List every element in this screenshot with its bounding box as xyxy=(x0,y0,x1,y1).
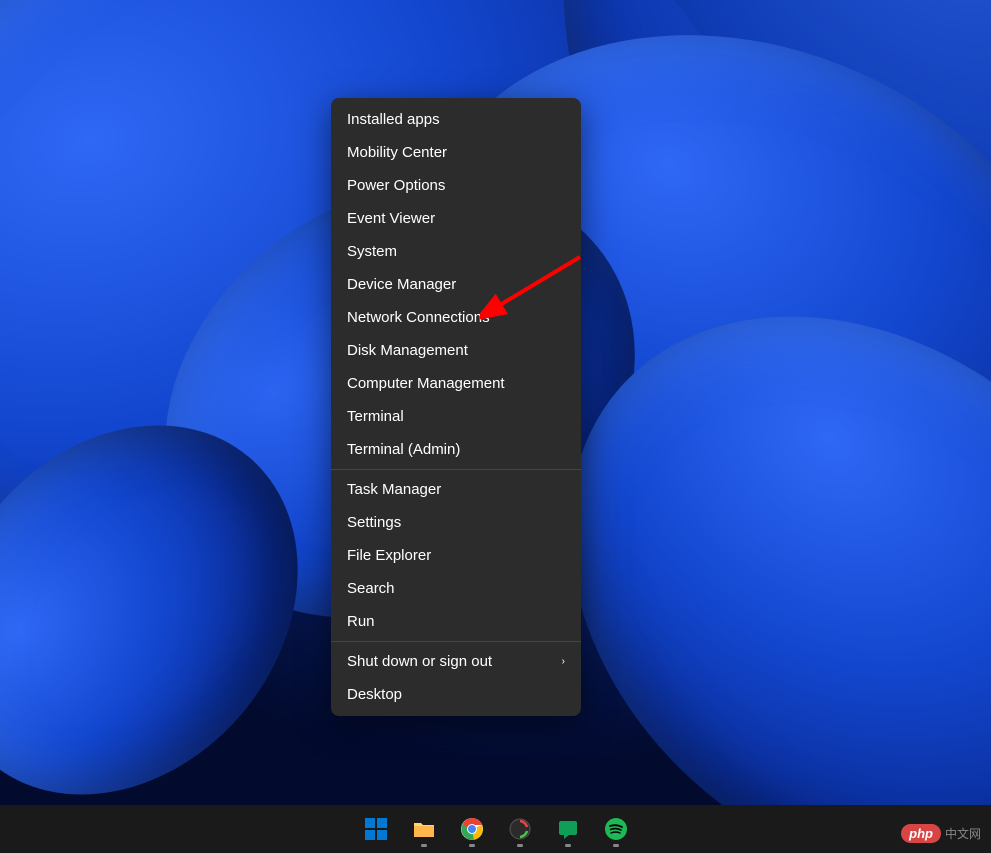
start-button[interactable] xyxy=(356,809,396,849)
menu-computer-management[interactable]: Computer Management xyxy=(331,367,581,400)
chrome-icon xyxy=(460,817,484,841)
menu-item-label: Shut down or sign out xyxy=(347,653,492,670)
menu-separator xyxy=(331,469,581,470)
menu-item-label: Search xyxy=(347,580,395,597)
menu-device-manager[interactable]: Device Manager xyxy=(331,268,581,301)
menu-event-viewer[interactable]: Event Viewer xyxy=(331,202,581,235)
spotify-button[interactable] xyxy=(596,809,636,849)
desktop-background[interactable]: Installed apps Mobility Center Power Optio… xyxy=(0,0,991,805)
watermark-text: 中文网 xyxy=(945,825,981,842)
menu-run[interactable]: Run xyxy=(331,605,581,638)
menu-item-label: Terminal (Admin) xyxy=(347,441,460,458)
menu-item-label: Computer Management xyxy=(347,375,505,392)
menu-item-label: Device Manager xyxy=(347,276,456,293)
menu-system[interactable]: System xyxy=(331,235,581,268)
menu-item-label: Mobility Center xyxy=(347,144,447,161)
menu-desktop[interactable]: Desktop xyxy=(331,678,581,711)
menu-item-label: Installed apps xyxy=(347,111,440,128)
menu-item-label: File Explorer xyxy=(347,547,431,564)
watermark: php 中文网 xyxy=(901,824,981,843)
menu-item-label: Terminal xyxy=(347,408,404,425)
folder-icon xyxy=(412,817,436,841)
menu-disk-management[interactable]: Disk Management xyxy=(331,334,581,367)
menu-item-label: Power Options xyxy=(347,177,445,194)
menu-file-explorer[interactable]: File Explorer xyxy=(331,539,581,572)
menu-item-label: Settings xyxy=(347,514,401,531)
menu-item-label: System xyxy=(347,243,397,260)
menu-task-manager[interactable]: Task Manager xyxy=(331,473,581,506)
menu-settings[interactable]: Settings xyxy=(331,506,581,539)
menu-power-options[interactable]: Power Options xyxy=(331,169,581,202)
menu-separator xyxy=(331,641,581,642)
chat-icon xyxy=(556,817,580,841)
circle-app-icon xyxy=(508,817,532,841)
spotify-icon xyxy=(604,817,628,841)
menu-item-label: Network Connections xyxy=(347,309,490,326)
menu-item-label: Run xyxy=(347,613,375,630)
chat-button[interactable] xyxy=(548,809,588,849)
menu-shutdown[interactable]: Shut down or sign out › xyxy=(331,645,581,678)
menu-item-label: Disk Management xyxy=(347,342,468,359)
taskbar xyxy=(0,805,991,853)
windows-icon xyxy=(364,817,388,841)
menu-mobility-center[interactable]: Mobility Center xyxy=(331,136,581,169)
file-explorer-button[interactable] xyxy=(404,809,444,849)
menu-item-label: Task Manager xyxy=(347,481,441,498)
menu-item-label: Event Viewer xyxy=(347,210,435,227)
winx-context-menu: Installed apps Mobility Center Power Optio… xyxy=(331,98,581,716)
watermark-badge: php xyxy=(901,824,941,843)
menu-search[interactable]: Search xyxy=(331,572,581,605)
menu-item-label: Desktop xyxy=(347,686,402,703)
menu-network-connections[interactable]: Network Connections xyxy=(331,301,581,334)
menu-terminal-admin[interactable]: Terminal (Admin) xyxy=(331,433,581,466)
menu-terminal[interactable]: Terminal xyxy=(331,400,581,433)
menu-installed-apps[interactable]: Installed apps xyxy=(331,103,581,136)
chevron-right-icon: › xyxy=(562,656,565,667)
chrome-button[interactable] xyxy=(452,809,492,849)
app-button-1[interactable] xyxy=(500,809,540,849)
